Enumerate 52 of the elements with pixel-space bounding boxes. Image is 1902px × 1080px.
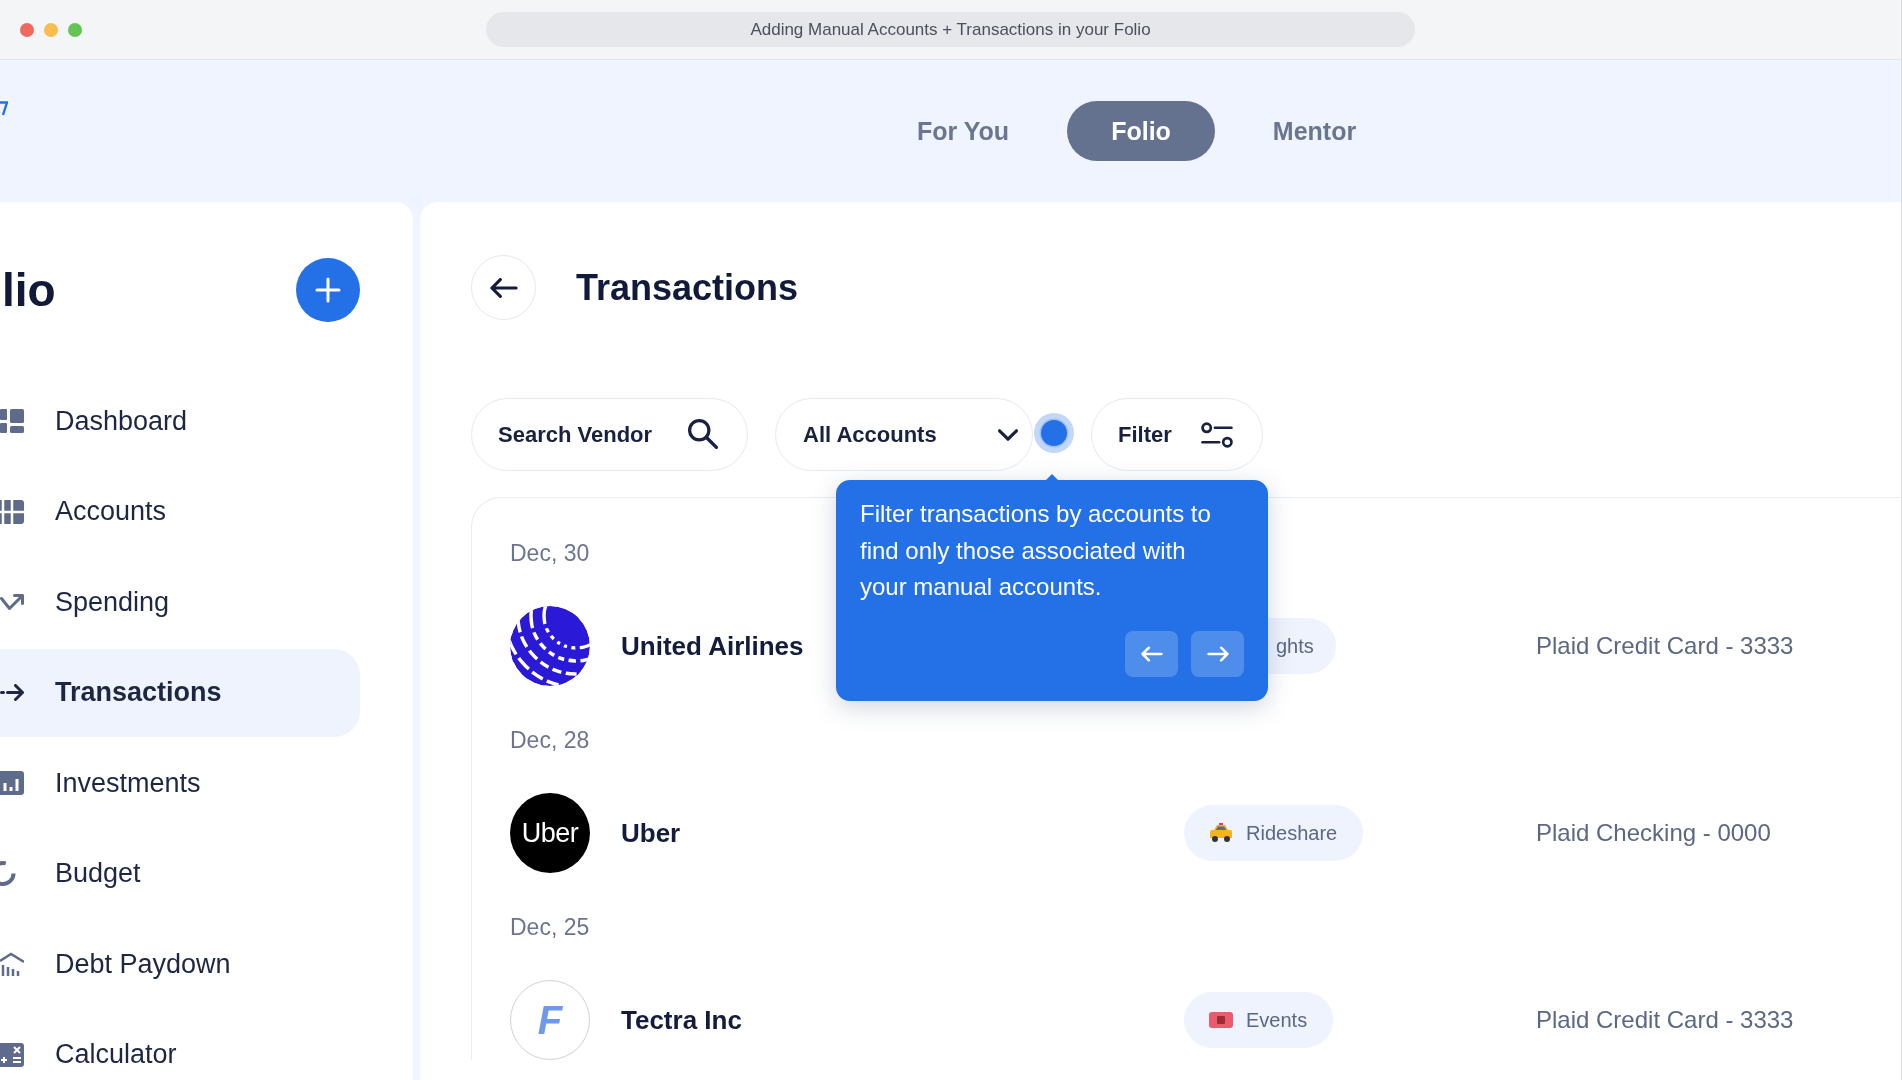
sidebar-item[interactable]: Calculator [0,1010,360,1080]
nav-tab[interactable]: Mentor [1228,101,1401,161]
chevron-down-icon [998,428,1018,441]
account-name: Plaid Checking - 0000 [1536,819,1772,847]
plus-icon [315,277,341,303]
sidebar-item[interactable]: Accounts [0,467,360,556]
previous-button[interactable] [1125,630,1178,677]
date-heading: Dec, 30 [510,539,590,568]
sidebar-item[interactable]: Budget [0,829,360,918]
pulse-dot-icon [1034,413,1074,453]
date-heading: Dec, 28 [510,726,590,755]
page-title: Transactions [576,266,799,309]
layout-icon [0,409,24,433]
filter-button[interactable]: Filter [1091,398,1263,471]
category-label: Rideshare [1246,821,1338,845]
sidebar-item[interactable]: Debt Paydown [0,920,360,1008]
vendor-name: Tectra Inc [621,1004,742,1036]
date-heading: Dec, 25 [510,913,590,942]
window-title: Adding Manual Accounts + Transactions in your Folio [486,12,1415,47]
sidebar-item[interactable]: Transactions [0,648,360,737]
logo-icon [0,100,8,116]
account-dropdown[interactable]: All Accounts [775,398,1033,471]
category-label: ghts [1276,634,1314,658]
vendor-name: United Airlines [621,630,804,662]
close-button[interactable] [20,22,34,37]
sidebar-heading: lio [2,267,56,313]
search-field[interactable]: Search Vendor [471,398,748,471]
sliders-icon [1201,421,1233,448]
sidebar-item[interactable]: Investments [0,739,360,827]
account-name: Plaid Credit Card - 3333 [1536,632,1795,660]
ring-icon [0,861,16,886]
trend-arrow-icon [0,594,24,610]
arrow-right-icon [0,684,24,701]
ticket-icon [1209,1012,1233,1028]
account-name: Plaid Credit Card - 3333 [1536,1006,1795,1034]
vendor-logo: F [510,980,590,1060]
sidebar-item[interactable]: Dashboard [0,377,360,465]
arrow-left-icon [1140,645,1163,662]
category-label: Events [1246,1008,1308,1032]
vendor-name: Uber [621,817,681,849]
sidebar-item[interactable]: Spending [0,558,360,646]
globe-icon [510,606,590,686]
tooltip-text: Filter transactions by accounts to find only those associated with your manual accounts. [860,499,1212,602]
arrow-left-icon [489,277,518,298]
nav-tab[interactable]: Folio [1067,101,1215,161]
vendor-logo: Uber [510,793,590,873]
bank-icon [0,951,24,977]
arrow-right-icon [1206,645,1229,662]
taxi-icon [1209,823,1233,843]
nav-tab[interactable]: For You [873,101,1054,161]
search-icon [688,419,718,449]
next-button[interactable] [1191,630,1244,677]
